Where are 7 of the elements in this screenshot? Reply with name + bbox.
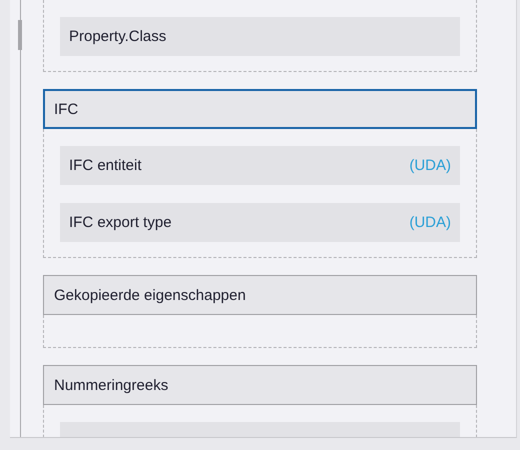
group-header[interactable]: Nummeringreeks: [43, 365, 477, 405]
list-item[interactable]: Property.Class: [60, 17, 460, 56]
group-header[interactable]: IFC: [43, 89, 477, 129]
group-header[interactable]: Gekopieerde eigenschappen: [43, 275, 477, 315]
list-item[interactable]: IFC export type (UDA): [60, 203, 460, 242]
list-item[interactable]: IFC entiteit (UDA): [60, 146, 460, 185]
scrollbar-thumb[interactable]: [18, 20, 22, 50]
